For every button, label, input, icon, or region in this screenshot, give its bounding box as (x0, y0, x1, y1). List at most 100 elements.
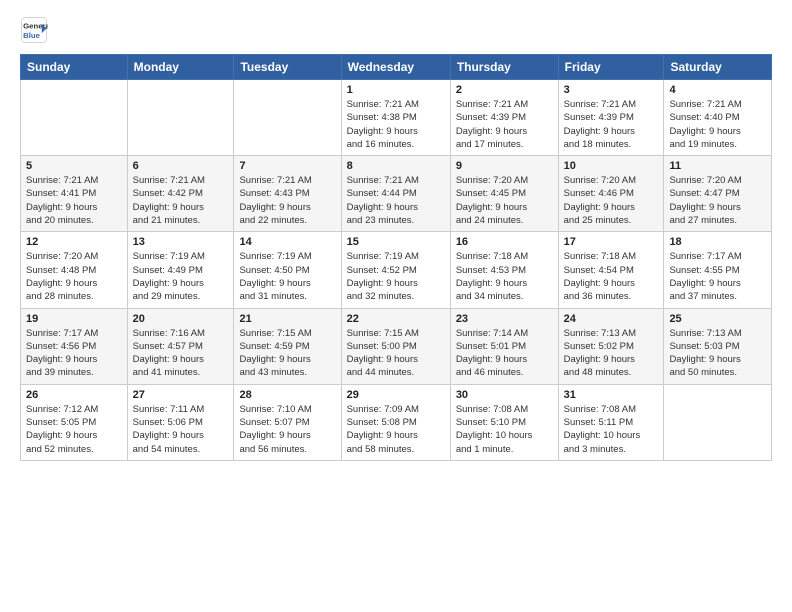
day-number: 15 (347, 236, 445, 248)
day-number: 8 (347, 160, 445, 172)
day-number: 25 (669, 313, 766, 325)
day-detail: Sunrise: 7:17 AM Sunset: 4:55 PM Dayligh… (669, 250, 766, 303)
weekday-header-wednesday: Wednesday (341, 55, 450, 80)
calendar-cell: 18 Sunrise: 7:17 AM Sunset: 4:55 PM Dayli… (664, 232, 772, 308)
day-detail: Sunrise: 7:20 AM Sunset: 4:45 PM Dayligh… (456, 174, 553, 227)
calendar-cell: 27Sunrise: 7:11 AM Sunset: 5:06 PM Dayli… (127, 384, 234, 460)
day-detail: Sunrise: 7:08 AM Sunset: 5:11 PM Dayligh… (564, 403, 659, 456)
weekday-header-sunday: Sunday (21, 55, 128, 80)
calendar-cell: 22 Sunrise: 7:15 AM Sunset: 5:00 PM Dayli… (341, 308, 450, 384)
day-detail: Sunrise: 7:13 AM Sunset: 5:03 PM Dayligh… (669, 327, 766, 380)
weekday-header-thursday: Thursday (450, 55, 558, 80)
calendar-cell: 15 Sunrise: 7:19 AM Sunset: 4:52 PM Dayli… (341, 232, 450, 308)
day-detail: Sunrise: 7:16 AM Sunset: 4:57 PM Dayligh… (133, 327, 229, 380)
day-number: 16 (456, 236, 553, 248)
day-detail: Sunrise: 7:15 AM Sunset: 5:00 PM Dayligh… (347, 327, 445, 380)
calendar-cell: 29Sunrise: 7:09 AM Sunset: 5:08 PM Dayli… (341, 384, 450, 460)
calendar-cell: 1 Sunrise: 7:21 AM Sunset: 4:38 PM Daylig… (341, 80, 450, 156)
calendar-cell: 9Sunrise: 7:20 AM Sunset: 4:45 PM Daylig… (450, 156, 558, 232)
calendar-table: SundayMondayTuesdayWednesdayThursdayFrid… (20, 54, 772, 461)
day-detail: Sunrise: 7:19 AM Sunset: 4:49 PM Dayligh… (133, 250, 229, 303)
calendar-cell: 24Sunrise: 7:13 AM Sunset: 5:02 PM Dayli… (558, 308, 664, 384)
calendar-cell: 17Sunrise: 7:18 AM Sunset: 4:54 PM Dayli… (558, 232, 664, 308)
day-detail: Sunrise: 7:20 AM Sunset: 4:47 PM Dayligh… (669, 174, 766, 227)
logo-icon: General Blue (20, 16, 48, 44)
day-detail: Sunrise: 7:21 AM Sunset: 4:40 PM Dayligh… (669, 98, 766, 151)
day-number: 21 (239, 313, 335, 325)
day-number: 20 (133, 313, 229, 325)
calendar-cell: 12Sunrise: 7:20 AM Sunset: 4:48 PM Dayli… (21, 232, 128, 308)
day-detail: Sunrise: 7:21 AM Sunset: 4:41 PM Dayligh… (26, 174, 122, 227)
day-number: 4 (669, 84, 766, 96)
week-row-2: 5 Sunrise: 7:21 AM Sunset: 4:41 PM Daylig… (21, 156, 772, 232)
day-number: 26 (26, 389, 122, 401)
day-detail: Sunrise: 7:19 AM Sunset: 4:50 PM Dayligh… (239, 250, 335, 303)
day-detail: Sunrise: 7:21 AM Sunset: 4:43 PM Dayligh… (239, 174, 335, 227)
calendar-cell (21, 80, 128, 156)
calendar-cell: 7 Sunrise: 7:21 AM Sunset: 4:43 PM Daylig… (234, 156, 341, 232)
logo: General Blue (20, 16, 48, 44)
day-detail: Sunrise: 7:14 AM Sunset: 5:01 PM Dayligh… (456, 327, 553, 380)
weekday-header-friday: Friday (558, 55, 664, 80)
calendar-cell: 10 Sunrise: 7:20 AM Sunset: 4:46 PM Dayli… (558, 156, 664, 232)
day-detail: Sunrise: 7:21 AM Sunset: 4:39 PM Dayligh… (564, 98, 659, 151)
weekday-header-tuesday: Tuesday (234, 55, 341, 80)
calendar-cell: 30Sunrise: 7:08 AM Sunset: 5:10 PM Dayli… (450, 384, 558, 460)
calendar-cell: 20 Sunrise: 7:16 AM Sunset: 4:57 PM Dayli… (127, 308, 234, 384)
calendar-cell (664, 384, 772, 460)
day-detail: Sunrise: 7:09 AM Sunset: 5:08 PM Dayligh… (347, 403, 445, 456)
day-detail: Sunrise: 7:21 AM Sunset: 4:44 PM Dayligh… (347, 174, 445, 227)
day-detail: Sunrise: 7:21 AM Sunset: 4:38 PM Dayligh… (347, 98, 445, 151)
day-detail: Sunrise: 7:21 AM Sunset: 4:42 PM Dayligh… (133, 174, 229, 227)
day-number: 14 (239, 236, 335, 248)
day-number: 30 (456, 389, 553, 401)
calendar-cell (234, 80, 341, 156)
calendar-cell: 23 Sunrise: 7:14 AM Sunset: 5:01 PM Dayli… (450, 308, 558, 384)
day-detail: Sunrise: 7:12 AM Sunset: 5:05 PM Dayligh… (26, 403, 122, 456)
calendar-cell (127, 80, 234, 156)
day-detail: Sunrise: 7:19 AM Sunset: 4:52 PM Dayligh… (347, 250, 445, 303)
day-detail: Sunrise: 7:18 AM Sunset: 4:53 PM Dayligh… (456, 250, 553, 303)
calendar-cell: 25 Sunrise: 7:13 AM Sunset: 5:03 PM Dayli… (664, 308, 772, 384)
calendar-cell: 6Sunrise: 7:21 AM Sunset: 4:42 PM Daylig… (127, 156, 234, 232)
calendar-cell: 14 Sunrise: 7:19 AM Sunset: 4:50 PM Dayli… (234, 232, 341, 308)
calendar-cell: 11 Sunrise: 7:20 AM Sunset: 4:47 PM Dayli… (664, 156, 772, 232)
day-detail: Sunrise: 7:17 AM Sunset: 4:56 PM Dayligh… (26, 327, 122, 380)
day-number: 17 (564, 236, 659, 248)
calendar-cell: 16 Sunrise: 7:18 AM Sunset: 4:53 PM Dayli… (450, 232, 558, 308)
day-detail: Sunrise: 7:15 AM Sunset: 4:59 PM Dayligh… (239, 327, 335, 380)
day-number: 23 (456, 313, 553, 325)
week-row-3: 12Sunrise: 7:20 AM Sunset: 4:48 PM Dayli… (21, 232, 772, 308)
day-number: 31 (564, 389, 659, 401)
header: General Blue (20, 16, 772, 44)
day-number: 1 (347, 84, 445, 96)
day-detail: Sunrise: 7:20 AM Sunset: 4:46 PM Dayligh… (564, 174, 659, 227)
day-detail: Sunrise: 7:13 AM Sunset: 5:02 PM Dayligh… (564, 327, 659, 380)
calendar-cell: 2 Sunrise: 7:21 AM Sunset: 4:39 PM Daylig… (450, 80, 558, 156)
day-number: 10 (564, 160, 659, 172)
day-number: 5 (26, 160, 122, 172)
day-detail: Sunrise: 7:11 AM Sunset: 5:06 PM Dayligh… (133, 403, 229, 456)
day-number: 19 (26, 313, 122, 325)
day-detail: Sunrise: 7:10 AM Sunset: 5:07 PM Dayligh… (239, 403, 335, 456)
day-number: 11 (669, 160, 766, 172)
calendar-cell: 4 Sunrise: 7:21 AM Sunset: 4:40 PM Daylig… (664, 80, 772, 156)
day-number: 18 (669, 236, 766, 248)
calendar-cell: 19 Sunrise: 7:17 AM Sunset: 4:56 PM Dayli… (21, 308, 128, 384)
day-number: 13 (133, 236, 229, 248)
day-number: 2 (456, 84, 553, 96)
weekday-header-saturday: Saturday (664, 55, 772, 80)
day-detail: Sunrise: 7:21 AM Sunset: 4:39 PM Dayligh… (456, 98, 553, 151)
weekday-header-monday: Monday (127, 55, 234, 80)
calendar-cell: 3Sunrise: 7:21 AM Sunset: 4:39 PM Daylig… (558, 80, 664, 156)
calendar-cell: 21 Sunrise: 7:15 AM Sunset: 4:59 PM Dayli… (234, 308, 341, 384)
calendar-cell: 5 Sunrise: 7:21 AM Sunset: 4:41 PM Daylig… (21, 156, 128, 232)
day-number: 12 (26, 236, 122, 248)
calendar-cell: 13 Sunrise: 7:19 AM Sunset: 4:49 PM Dayli… (127, 232, 234, 308)
day-number: 7 (239, 160, 335, 172)
day-number: 22 (347, 313, 445, 325)
week-row-1: 1 Sunrise: 7:21 AM Sunset: 4:38 PM Daylig… (21, 80, 772, 156)
page: General Blue SundayMondayTuesdayWednesda… (0, 0, 792, 477)
svg-text:Blue: Blue (23, 31, 41, 40)
day-number: 28 (239, 389, 335, 401)
